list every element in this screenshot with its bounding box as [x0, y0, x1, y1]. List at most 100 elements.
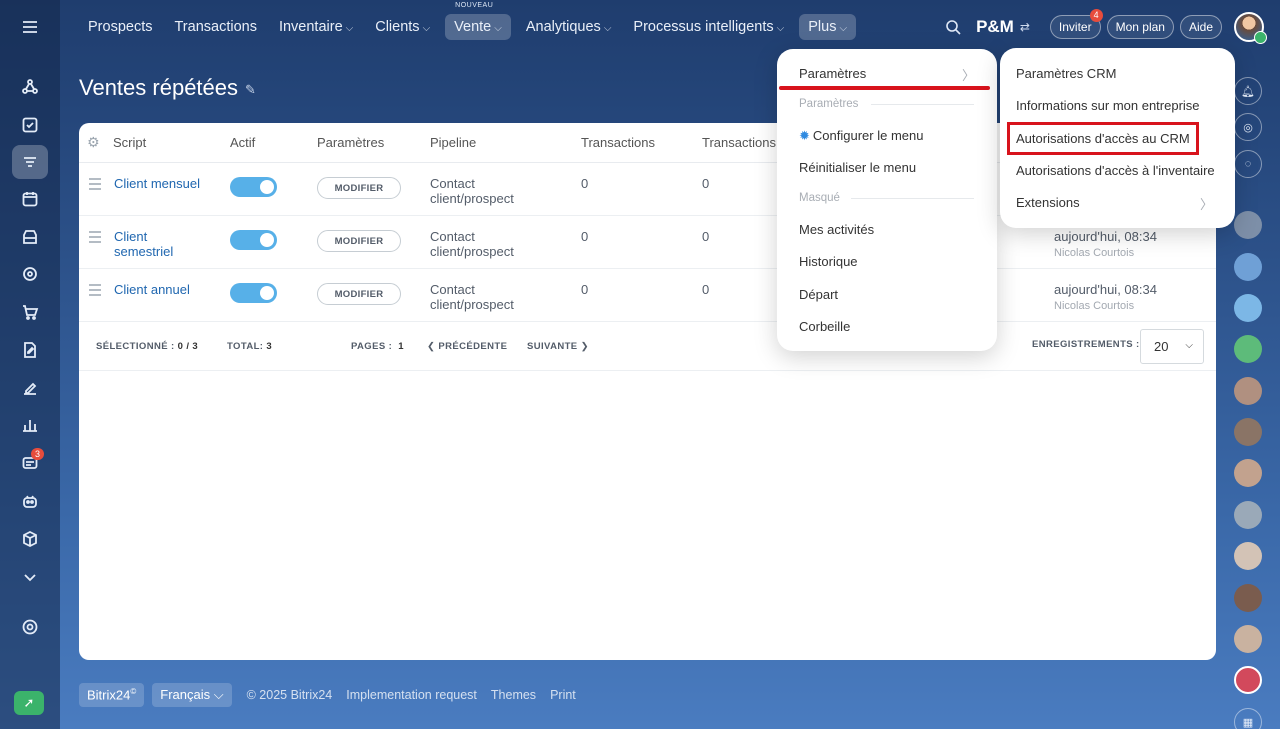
- column-header-actif[interactable]: Actif: [230, 135, 255, 150]
- total-count: TOTAL: 3: [227, 341, 273, 352]
- menu-item-start[interactable]: Départ: [799, 287, 838, 302]
- drag-handle-icon[interactable]: [89, 231, 101, 246]
- pages-count: PAGES : 1: [351, 341, 404, 352]
- pipeline-cell: Contact client/prospect: [430, 229, 514, 259]
- menu-item-company-info[interactable]: Informations sur mon entreprise: [1016, 98, 1200, 113]
- nav-analytiques[interactable]: Analytiques ⌵: [515, 19, 623, 35]
- notes-icon[interactable]: [1234, 335, 1262, 363]
- contact-avatar[interactable]: [1234, 211, 1262, 239]
- column-header-script[interactable]: Script: [113, 135, 146, 150]
- nav-clients[interactable]: Clients ⌵: [364, 19, 441, 35]
- page-title: Ventes répétées: [79, 75, 239, 100]
- script-link[interactable]: Client semestriel: [114, 229, 173, 259]
- bell-icon[interactable]: 🔔︎: [1234, 77, 1262, 105]
- nav-transactions[interactable]: Transactions: [163, 19, 267, 35]
- nav-vente[interactable]: NOUVEAU Vente ⌵: [445, 2, 511, 40]
- active-toggle[interactable]: [230, 230, 277, 250]
- store-icon[interactable]: [12, 220, 48, 254]
- contact-avatar[interactable]: [1234, 584, 1262, 612]
- user-avatar[interactable]: [1234, 11, 1267, 44]
- nav-inventaire[interactable]: Inventaire ⌵: [268, 19, 364, 35]
- menu-item-reset[interactable]: Réinitialiser le menu: [799, 160, 916, 175]
- menu-item-activities[interactable]: Mes activités: [799, 222, 874, 237]
- search-icon[interactable]: [944, 18, 962, 36]
- contact-avatar[interactable]: [1234, 501, 1262, 529]
- top-right-tools: P&M ⇄ Inviter 4 Mon plan Aide: [944, 0, 1280, 53]
- calendar-icon[interactable]: [12, 182, 48, 216]
- pin-icon[interactable]: ✎: [245, 82, 256, 98]
- chat-badge: 3: [30, 448, 44, 460]
- script-link[interactable]: Client mensuel: [114, 176, 200, 191]
- menu-item-extensions[interactable]: Extensions: [1016, 195, 1080, 210]
- robot-icon[interactable]: [12, 484, 48, 518]
- section-parametres: Paramètres: [799, 98, 859, 110]
- active-toggle[interactable]: [230, 283, 277, 303]
- column-header-transactions-2[interactable]: Transactions: [702, 135, 776, 150]
- script-link[interactable]: Client annuel: [114, 282, 190, 297]
- print-link[interactable]: Print: [550, 688, 576, 702]
- implementation-request-link[interactable]: Implementation request: [346, 688, 477, 702]
- modify-button[interactable]: MODIFIER: [317, 230, 401, 252]
- language-select[interactable]: Français ⌵: [152, 683, 232, 707]
- column-header-pipeline[interactable]: Pipeline: [430, 135, 476, 150]
- document-edit-icon[interactable]: [12, 333, 48, 367]
- copilot-icon[interactable]: ◎: [1234, 113, 1262, 141]
- invite-button[interactable]: Inviter 4: [1049, 8, 1103, 39]
- help-button[interactable]: Aide: [1179, 14, 1222, 39]
- sign-icon[interactable]: [12, 371, 48, 405]
- chevron-down-icon: ⌵: [1185, 340, 1193, 351]
- column-header-parametres[interactable]: Paramètres: [317, 135, 384, 150]
- chevron-down-icon[interactable]: [12, 560, 48, 594]
- contact-avatar[interactable]: [1234, 418, 1262, 446]
- calendar-icon[interactable]: ▦: [1234, 708, 1262, 729]
- nav-plus[interactable]: Plus ⌵: [799, 13, 857, 40]
- contact-avatar[interactable]: [1234, 625, 1262, 653]
- menu-item-history[interactable]: Historique: [799, 254, 858, 269]
- contact-avatar[interactable]: [1234, 542, 1262, 570]
- active-toggle[interactable]: [230, 177, 277, 197]
- box-icon[interactable]: [12, 522, 48, 556]
- menu-item-parametres[interactable]: Paramètres: [799, 66, 866, 81]
- settings-gear-icon[interactable]: [12, 610, 48, 644]
- switch-icon[interactable]: ⇄: [1020, 20, 1030, 34]
- records-per-page-select[interactable]: 20 ⌵: [1140, 329, 1204, 364]
- tasks-icon[interactable]: [12, 108, 48, 142]
- nav-prospects[interactable]: Prospects: [77, 19, 163, 35]
- sales-funnel-icon[interactable]: [12, 145, 48, 179]
- themes-link[interactable]: Themes: [491, 688, 536, 702]
- menu-item-trash[interactable]: Corbeille: [799, 319, 850, 334]
- menu-icon[interactable]: [12, 10, 48, 44]
- previous-page-button[interactable]: ❮ PRÉCÉDENTE: [427, 341, 507, 352]
- gear-icon: ✹: [799, 128, 810, 143]
- crm-icon[interactable]: [12, 70, 48, 104]
- company-brand[interactable]: P&M: [976, 17, 1014, 37]
- menu-item-configure[interactable]: ✹ Configurer le menu: [799, 128, 923, 144]
- contact-avatar[interactable]: [1234, 459, 1262, 487]
- modify-button[interactable]: MODIFIER: [317, 283, 401, 305]
- grid-settings-gear-icon[interactable]: ⚙: [87, 134, 100, 151]
- chat-bubble-icon[interactable]: [1234, 294, 1262, 322]
- modify-button[interactable]: MODIFIER: [317, 177, 401, 199]
- chat-search-icon[interactable]: ◌: [1234, 150, 1262, 178]
- rocket-icon[interactable]: ➚: [14, 691, 44, 715]
- analytics-icon[interactable]: [12, 408, 48, 442]
- chat-icon[interactable]: 3: [12, 446, 48, 480]
- drag-handle-icon[interactable]: [89, 284, 101, 299]
- image-group-icon[interactable]: [1234, 666, 1262, 694]
- cart-icon[interactable]: [12, 295, 48, 329]
- transactions-cell: 0: [581, 176, 589, 191]
- my-plan-button[interactable]: Mon plan: [1106, 14, 1174, 39]
- contacts-group-icon[interactable]: [1234, 253, 1262, 281]
- nav-processus[interactable]: Processus intelligents ⌵: [622, 19, 795, 35]
- table-row[interactable]: Client annuel MODIFIER Contact client/pro…: [79, 269, 1216, 322]
- chevron-down-icon: ⌵: [345, 22, 354, 34]
- contact-avatar[interactable]: [1234, 377, 1262, 405]
- next-page-button[interactable]: SUIVANTE ❯: [527, 341, 589, 352]
- drag-handle-icon[interactable]: [89, 178, 101, 193]
- column-header-transactions[interactable]: Transactions: [581, 135, 655, 150]
- menu-item-crm-settings[interactable]: Paramètres CRM: [1016, 66, 1116, 81]
- chevron-down-icon: ⌵: [839, 22, 848, 34]
- target-icon[interactable]: [12, 257, 48, 291]
- bitrix24-button[interactable]: Bitrix24©: [79, 683, 145, 707]
- menu-item-inventory-permissions[interactable]: Autorisations d'accès à l'inventaire: [1016, 163, 1215, 178]
